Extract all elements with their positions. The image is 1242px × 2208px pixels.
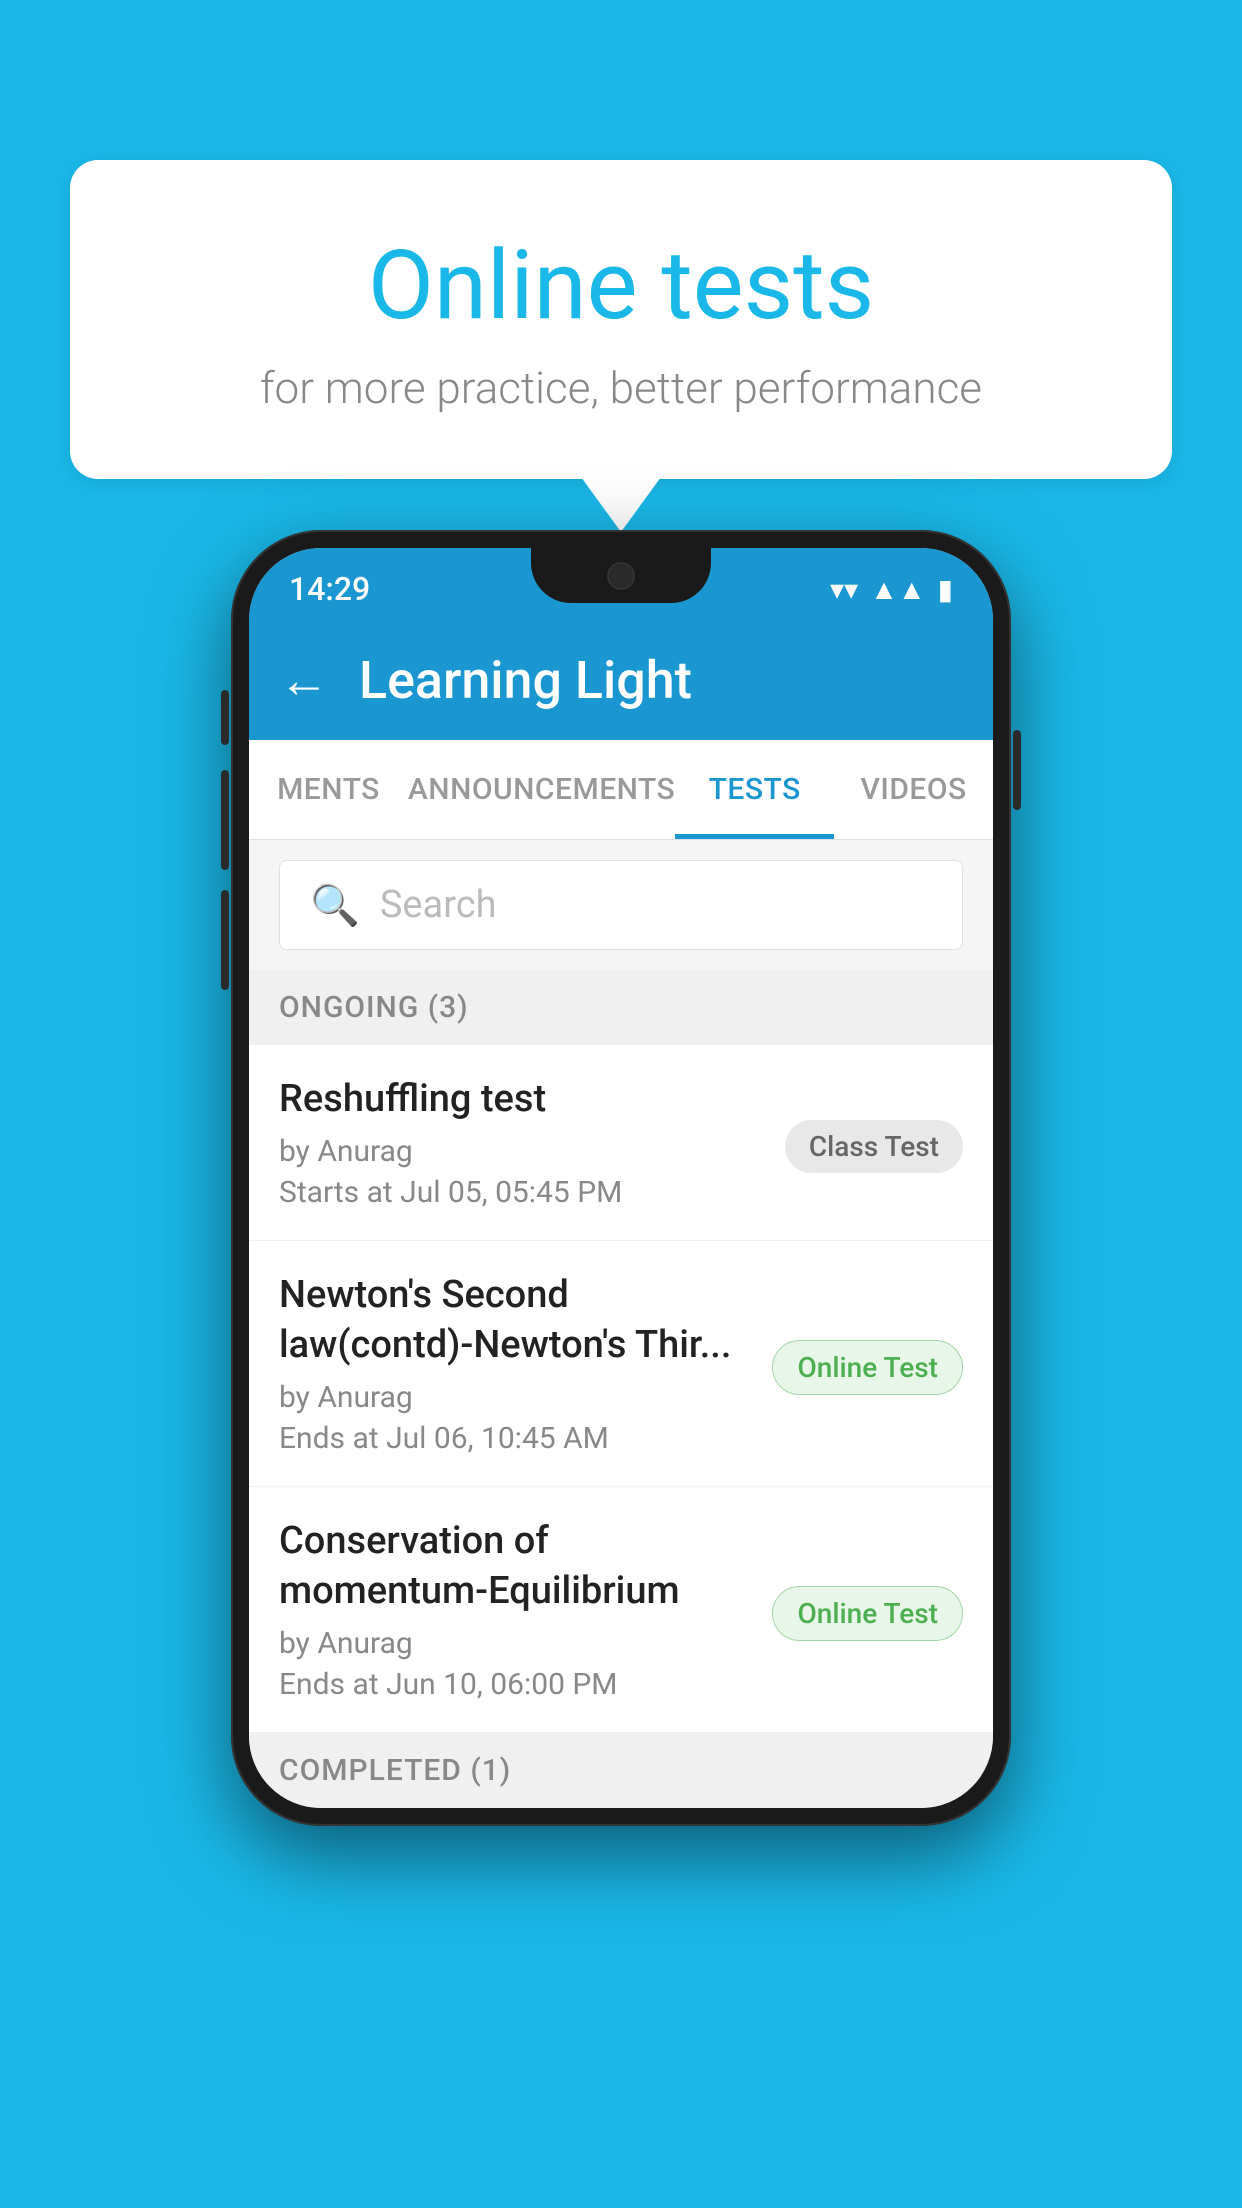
tab-announcements[interactable]: ANNOUNCEMENTS	[408, 740, 675, 839]
test-author-1: by Anurag	[279, 1134, 765, 1169]
bubble-arrow	[581, 477, 661, 532]
test-item-1[interactable]: Reshuffling test by Anurag Starts at Jul…	[249, 1045, 993, 1241]
test-info-1: Reshuffling test by Anurag Starts at Jul…	[279, 1075, 785, 1210]
volume-up-button	[221, 770, 229, 870]
test-list: Reshuffling test by Anurag Starts at Jul…	[249, 1045, 993, 1733]
test-author-3: by Anurag	[279, 1626, 752, 1661]
test-time-3: Ends at Jun 10, 06:00 PM	[279, 1667, 752, 1702]
test-info-3: Conservation of momentum-Equilibrium by …	[279, 1517, 772, 1702]
back-button[interactable]: ←	[279, 651, 329, 710]
test-time-2: Ends at Jul 06, 10:45 AM	[279, 1421, 752, 1456]
volume-silent-button	[221, 690, 229, 745]
test-badge-3: Online Test	[772, 1586, 963, 1641]
test-info-2: Newton's Second law(contd)-Newton's Thir…	[279, 1271, 772, 1456]
volume-down-button	[221, 890, 229, 990]
test-name-3: Conservation of momentum-Equilibrium	[279, 1517, 752, 1616]
speech-bubble-container: Online tests for more practice, better p…	[70, 160, 1172, 532]
tab-tests[interactable]: TESTS	[675, 740, 834, 839]
tab-ments[interactable]: MENTS	[249, 740, 408, 839]
test-item-3[interactable]: Conservation of momentum-Equilibrium by …	[249, 1487, 993, 1733]
test-time-1: Starts at Jul 05, 05:45 PM	[279, 1175, 765, 1210]
test-name-2: Newton's Second law(contd)-Newton's Thir…	[279, 1271, 752, 1370]
tabs-bar: MENTS ANNOUNCEMENTS TESTS VIDEOS	[249, 740, 993, 840]
test-badge-2: Online Test	[772, 1340, 963, 1395]
search-icon: 🔍	[310, 882, 360, 929]
front-camera	[607, 562, 635, 590]
phone-frame: 14:29 ▾▾ ▲▲ ▮ ← Learning Light MENTS ANN…	[231, 530, 1011, 1826]
ongoing-section-header: ONGOING (3)	[249, 970, 993, 1045]
bubble-title: Online tests	[130, 230, 1112, 342]
wifi-icon: ▾▾	[830, 573, 858, 606]
test-item-2[interactable]: Newton's Second law(contd)-Newton's Thir…	[249, 1241, 993, 1487]
test-name-1: Reshuffling test	[279, 1075, 765, 1124]
status-icons: ▾▾ ▲▲ ▮	[830, 573, 953, 606]
phone-notch	[531, 548, 711, 603]
app-bar: ← Learning Light	[249, 620, 993, 740]
tab-videos[interactable]: VIDEOS	[834, 740, 993, 839]
app-title: Learning Light	[359, 650, 692, 711]
signal-icon: ▲▲	[870, 573, 925, 606]
test-author-2: by Anurag	[279, 1380, 752, 1415]
phone-container: 14:29 ▾▾ ▲▲ ▮ ← Learning Light MENTS ANN…	[231, 530, 1011, 1826]
phone-screen: 14:29 ▾▾ ▲▲ ▮ ← Learning Light MENTS ANN…	[249, 548, 993, 1808]
speech-bubble: Online tests for more practice, better p…	[70, 160, 1172, 479]
search-container: 🔍 Search	[249, 840, 993, 970]
search-placeholder: Search	[380, 883, 497, 927]
search-bar[interactable]: 🔍 Search	[279, 860, 963, 950]
bubble-subtitle: for more practice, better performance	[130, 362, 1112, 414]
completed-section-header: COMPLETED (1)	[249, 1733, 993, 1808]
power-button	[1013, 730, 1021, 810]
battery-icon: ▮	[938, 573, 953, 606]
test-badge-1: Class Test	[785, 1120, 963, 1173]
status-time: 14:29	[289, 570, 370, 608]
